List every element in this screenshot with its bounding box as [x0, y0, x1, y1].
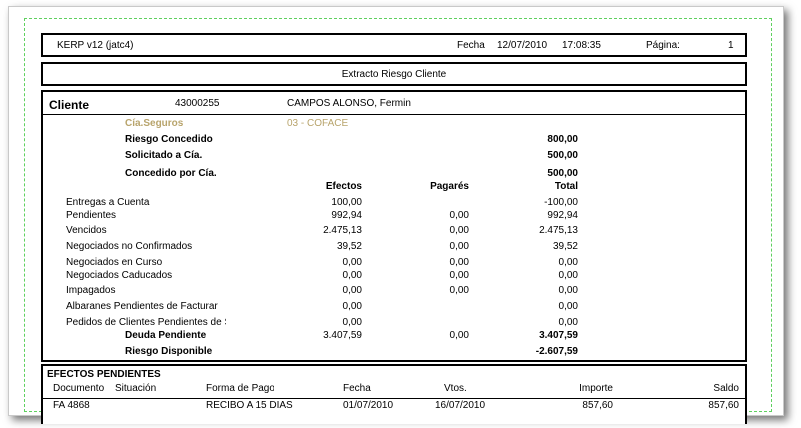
cliente-label: Cliente [49, 98, 90, 112]
row-efectos: 0,00 [342, 257, 362, 268]
col-situacion: Situación [115, 383, 157, 394]
report-header: KERP v12 (jatc4) Fecha 12/07/2010 17:08:… [41, 33, 747, 57]
col-pagares: Pagarés [430, 181, 469, 192]
row-pagares: 0,00 [449, 225, 469, 236]
row-label: Entregas a Cuenta [66, 197, 150, 208]
row-pagares: 0,00 [449, 210, 469, 221]
row-efectos: 0,00 [342, 317, 362, 328]
riesgo-concedido-value: 800,00 [547, 134, 578, 145]
riesgo-concedido-label: Riesgo Concedido [125, 134, 213, 145]
pagina-label: Página: [646, 40, 680, 51]
fecha-value: 12/07/2010 [497, 40, 548, 51]
row-total: 992,94 [547, 210, 578, 221]
cliente-code: 43000255 [175, 98, 220, 109]
cliente-name: CAMPOS ALONSO, Fermin [287, 98, 411, 109]
row-total: 0,00 [558, 317, 578, 328]
row-total: -100,00 [544, 197, 578, 208]
col-total: Total [554, 181, 578, 192]
row-pagares: 0,00 [449, 241, 469, 252]
row-efectos: 0,00 [342, 270, 362, 281]
concedido-label: Concedido por Cía. [125, 168, 217, 179]
efectos-title: EFECTOS PENDIENTES [47, 369, 161, 380]
row-total: 0,00 [558, 270, 578, 281]
fecha-label: Fecha [457, 40, 485, 51]
deuda-total: 3.407,59 [539, 330, 578, 341]
efecto-importe: 857,60 [582, 400, 613, 411]
efecto-vto: 16/07/2010 [435, 400, 486, 411]
row-label: Negociados Caducados [66, 270, 173, 281]
cia-seguros-value: 03 - COFACE [287, 118, 349, 129]
cliente-divider [43, 114, 745, 115]
col-fecha: Fecha [343, 383, 371, 394]
row-efectos: 39,52 [336, 241, 362, 252]
row-pagares: 0,00 [449, 270, 469, 281]
row-total: 39,52 [552, 241, 578, 252]
deuda-label: Deuda Pendiente [125, 330, 207, 341]
row-label: Negociados no Confirmados [66, 241, 193, 252]
row-efectos: 100,00 [331, 197, 362, 208]
row-efectos: 0,00 [342, 285, 362, 296]
row-total: 0,00 [558, 257, 578, 268]
deuda-pagares: 0,00 [449, 330, 469, 341]
solicitado-label: Solicitado a Cía. [125, 150, 203, 161]
row-label: Impagados [66, 285, 116, 296]
efecto-documento: FA 4868 [53, 400, 90, 411]
efecto-fecha: 01/07/2010 [343, 400, 394, 411]
efectos-pendientes-section: EFECTOS PENDIENTES Documento Situación F… [41, 364, 747, 424]
col-importe: Importe [579, 383, 613, 394]
row-efectos: 2.475,13 [323, 225, 362, 236]
row-efectos: 992,94 [331, 210, 362, 221]
hora-value: 17:08:35 [562, 40, 601, 51]
efecto-saldo: 857,60 [708, 400, 739, 411]
row-total: 0,00 [558, 285, 578, 296]
report-title: Extracto Riesgo Cliente [341, 69, 447, 80]
report-title-box: Extracto Riesgo Cliente [41, 62, 747, 86]
col-documento: Documento [53, 383, 105, 394]
col-saldo: Saldo [713, 383, 739, 394]
row-pagares: 0,00 [449, 257, 469, 268]
row-efectos: 0,00 [342, 301, 362, 312]
deuda-efectos: 3.407,59 [323, 330, 362, 341]
solicitado-value: 500,00 [547, 150, 578, 161]
disponible-label: Riesgo Disponible [125, 346, 213, 357]
col-forma-pago: Forma de Pago [206, 383, 274, 394]
efecto-forma-pago: RECIBO A 15 DIAS [206, 400, 293, 411]
app-name: KERP v12 (jatc4) [57, 40, 134, 51]
col-vtos: Vtos. [444, 383, 467, 394]
disponible-total: -2.607,59 [535, 346, 578, 357]
row-total: 0,00 [558, 301, 578, 312]
row-label: Negociados en Curso [66, 257, 163, 268]
pagina-value: 1 [728, 40, 734, 51]
row-label: Pedidos de Clientes Pendientes de Ser [66, 317, 226, 328]
row-pagares: 0,00 [449, 285, 469, 296]
row-label: Albaranes Pendientes de Facturar [66, 301, 218, 312]
efectos-divider [43, 398, 745, 399]
row-label: Pendientes [66, 210, 117, 221]
col-efectos: Efectos [325, 181, 362, 192]
row-total: 2.475,13 [539, 225, 578, 236]
cia-seguros-label: Cía.Seguros [125, 118, 184, 129]
row-label: Vencidos [66, 225, 107, 236]
concedido-value: 500,00 [547, 168, 578, 179]
